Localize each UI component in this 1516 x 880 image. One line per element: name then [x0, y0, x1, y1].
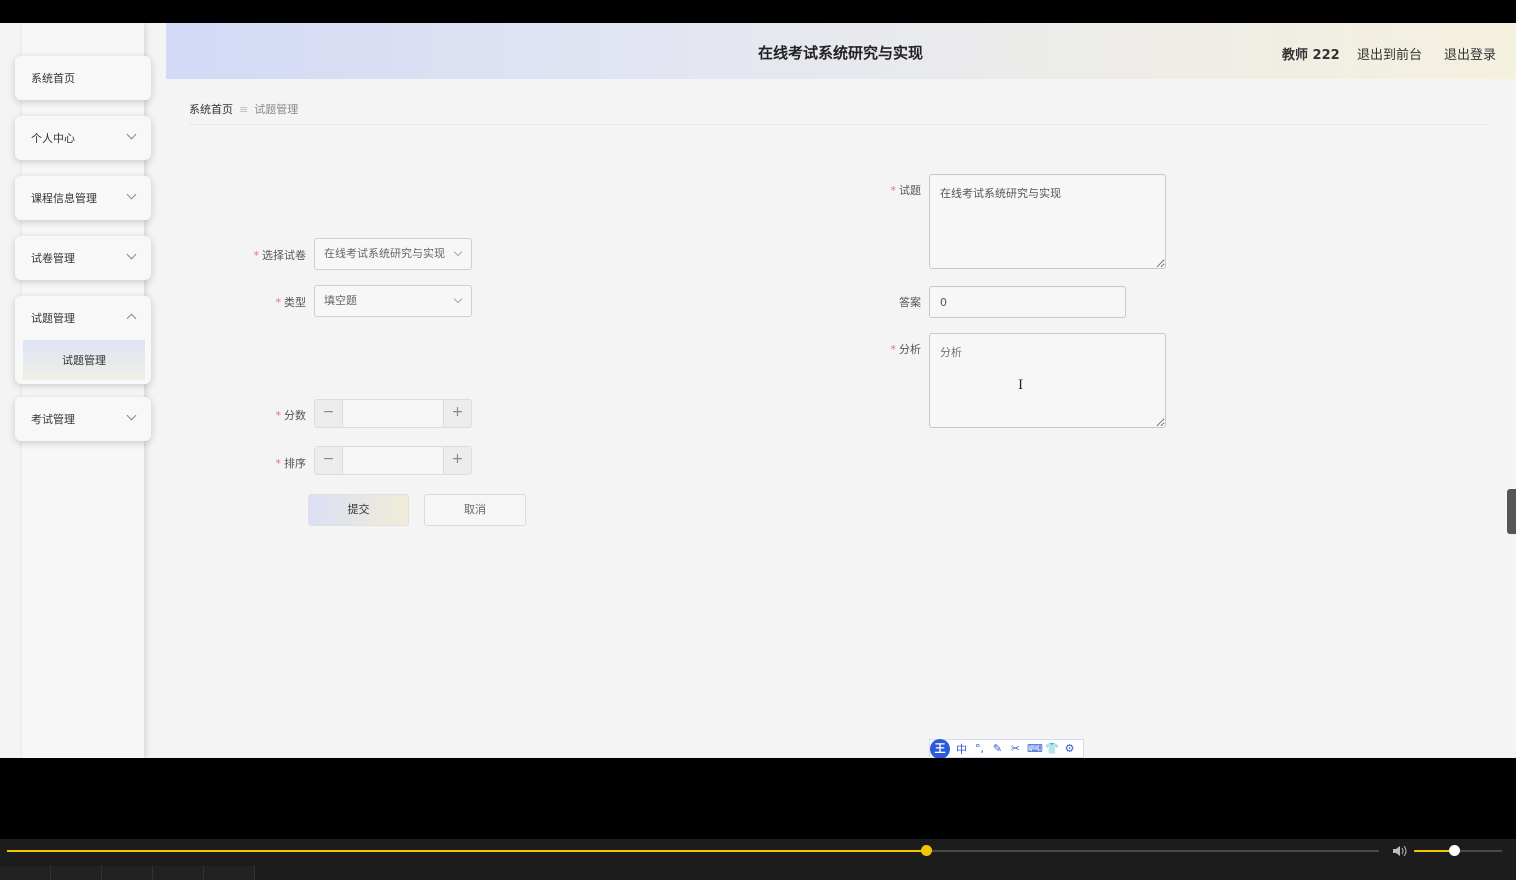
player-segment-strip	[0, 866, 255, 880]
user-name: 教师 222	[1282, 48, 1340, 63]
app-screen: 系统首页 个人中心 课程信息管理 试卷管理 试题管理 试题管理 考试管理 在线考…	[0, 23, 1516, 758]
question-textarea[interactable]: 在线考试系统研究与实现	[929, 174, 1166, 269]
sidebar-subitem-question-management[interactable]: 试题管理	[23, 340, 145, 380]
sidebar-item-label: 试题管理	[31, 312, 75, 325]
back-to-front-link[interactable]: 退出到前台	[1357, 44, 1422, 63]
chevron-down-icon	[453, 247, 463, 257]
breadcrumb-home[interactable]: 系统首页	[189, 103, 233, 116]
sidebar-item-personal-center[interactable]: 个人中心	[15, 116, 151, 160]
volume-handle[interactable]	[1448, 845, 1460, 856]
side-drawer-handle[interactable]	[1507, 489, 1516, 534]
sidebar-item-paper-management[interactable]: 试卷管理	[15, 236, 151, 280]
chevron-down-icon	[126, 249, 137, 260]
progress-fill	[7, 850, 927, 852]
chinese-mode-icon[interactable]: 中	[955, 741, 968, 757]
sidebar-item-course-management[interactable]: 课程信息管理	[15, 176, 151, 220]
sidebar-item-exam-management[interactable]: 考试管理	[15, 397, 151, 441]
sidebar-item-label: 个人中心	[31, 132, 75, 145]
scissors-icon[interactable]: ✂	[1009, 742, 1022, 755]
volume-slider[interactable]	[1414, 845, 1502, 856]
score-increase-button[interactable]: +	[443, 400, 471, 427]
score-label: * 分数	[275, 409, 307, 422]
answer-label: 答案	[899, 296, 921, 309]
ime-toolbar: 王 中 °, ✎ ✂ ⌨ 👕 ⚙	[929, 738, 1084, 758]
video-player-controls	[0, 839, 1516, 880]
type-label: * 类型	[275, 296, 307, 309]
punctuation-icon[interactable]: °,	[973, 742, 986, 755]
order-input[interactable]	[344, 447, 442, 474]
player-segment[interactable]	[51, 866, 102, 880]
order-decrease-button[interactable]: −	[315, 447, 343, 474]
paper-label: * 选择试卷	[253, 249, 307, 262]
app-title: 在线考试系统研究与实现	[758, 44, 924, 62]
paper-select-value: 在线考试系统研究与实现	[324, 247, 445, 260]
sidebar-item-label: 系统首页	[31, 72, 75, 85]
sidebar-item-label: 课程信息管理	[31, 192, 97, 205]
submit-button[interactable]: 提交	[308, 494, 409, 526]
sidebar-item-home[interactable]: 系统首页	[15, 56, 151, 100]
breadcrumb-divider	[189, 124, 1489, 125]
breadcrumb-current: 试题管理	[254, 103, 299, 116]
volume-fill	[1414, 850, 1454, 852]
chevron-down-icon	[126, 410, 137, 421]
chevron-up-icon	[126, 313, 137, 324]
speaker-icon[interactable]	[1392, 844, 1408, 862]
chevron-down-icon	[126, 129, 137, 140]
settings-icon[interactable]: ⚙	[1063, 742, 1076, 755]
analysis-label: * 分析	[890, 343, 922, 356]
score-decrease-button[interactable]: −	[315, 400, 343, 427]
sidebar-item-question-management[interactable]: 试题管理 试题管理	[15, 296, 151, 384]
breadcrumb: 系统首页 ≡ 试题管理	[189, 101, 298, 117]
sidebar-item-label: 考试管理	[31, 413, 75, 426]
top-header: 在线考试系统研究与实现 教师 222 退出到前台 退出登录	[166, 23, 1516, 79]
player-segment[interactable]	[204, 866, 255, 880]
score-stepper: − +	[314, 399, 472, 428]
order-stepper: − +	[314, 446, 472, 475]
keyboard-icon[interactable]: ⌨	[1027, 742, 1043, 755]
player-segment[interactable]	[0, 866, 51, 880]
question-label: * 试题	[890, 184, 922, 197]
progress-track[interactable]	[7, 845, 1379, 856]
order-label: * 排序	[275, 457, 307, 470]
chevron-down-icon	[126, 189, 137, 200]
cancel-button[interactable]: 取消	[424, 494, 526, 526]
text-cursor-icon: I	[1018, 378, 1024, 393]
sidebar-item-label: 试卷管理	[31, 252, 75, 265]
ime-logo-icon[interactable]: 王	[930, 738, 950, 758]
handwriting-icon[interactable]: ✎	[991, 742, 1004, 755]
progress-handle[interactable]	[921, 845, 933, 856]
type-select-value: 填空题	[324, 294, 357, 307]
player-segment[interactable]	[153, 866, 204, 880]
player-segment[interactable]	[102, 866, 153, 880]
score-input[interactable]	[344, 400, 442, 427]
skin-icon[interactable]: 👕	[1045, 742, 1059, 755]
type-select[interactable]: 填空题	[314, 285, 472, 317]
chevron-down-icon	[453, 294, 463, 304]
order-increase-button[interactable]: +	[443, 447, 471, 474]
breadcrumb-separator: ≡	[239, 103, 249, 116]
paper-select[interactable]: 在线考试系统研究与实现	[314, 238, 472, 270]
logout-link[interactable]: 退出登录	[1444, 44, 1496, 63]
answer-input[interactable]	[929, 286, 1126, 318]
analysis-textarea[interactable]	[929, 333, 1166, 428]
